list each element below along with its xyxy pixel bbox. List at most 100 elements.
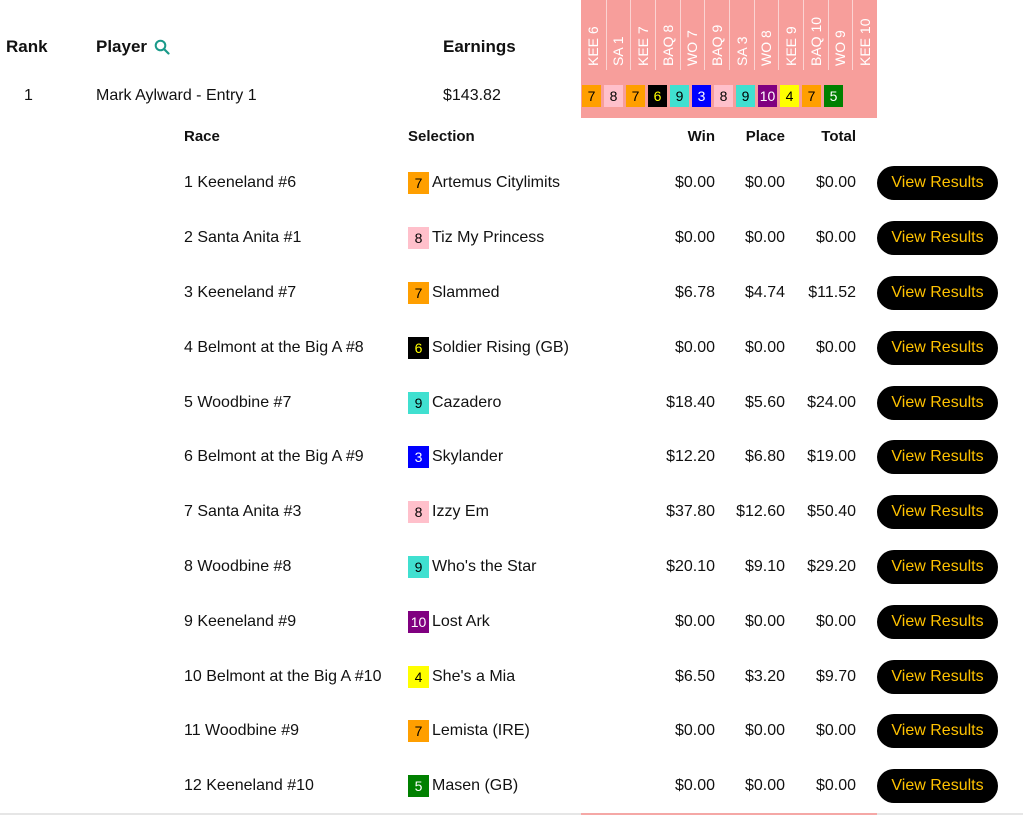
pick-number-badge: 8 [604,85,623,107]
total-amount: $0.00 [815,612,856,630]
pick-number-badge: 9 [736,85,755,107]
race-column-header: KEE 10 [852,0,877,70]
race-detail-row: 3 Keeneland #7 7 Slammed $6.78 $4.74 $11.52 Vi… [0,266,1023,321]
race-column-header: KEE 9 [778,0,803,70]
race-column-label: WO 7 [684,30,701,66]
win-amount: $20.10 [666,557,715,575]
view-results-button[interactable]: View Results [877,385,998,420]
place-amount: $9.10 [744,557,785,575]
horse-name: Tiz My Princess [432,229,545,247]
race-detail-row: 12 Keeneland #10 5 Masen (GB) $0.00 $0.00 $0.… [0,759,1023,814]
horse-number-badge: 9 [408,555,429,578]
entry-player-name[interactable]: Mark Aylward - Entry 1 [96,87,257,105]
horse-name: Artemus Citylimits [432,174,561,192]
total-amount: $29.20 [807,557,856,575]
race-column-header: BAQ 10 [802,0,828,70]
view-results-button[interactable]: View Results [877,495,998,530]
place-amount: $0.00 [744,174,785,192]
win-amount: $12.20 [666,448,715,466]
view-results-button[interactable]: View Results [877,440,998,475]
race-detail-row: 11 Woodbine #9 7 Lemista (IRE) $0.00 $0.00 $0… [0,704,1023,759]
race-column-label: BAQ 8 [659,24,676,66]
horse-name: Lemista (IRE) [432,722,530,740]
selection: 7 Slammed [408,266,500,321]
horse-number-badge: 5 [408,775,429,798]
search-icon[interactable] [154,39,170,55]
pick-number-badge: 3 [692,85,711,107]
win-amount: $0.00 [674,722,715,740]
race-column-headers: KEE 6 SA 1 KEE 7 BAQ 8 WO 7 BAQ 9 SA 3 WO 8 KEE … [581,0,877,70]
horse-number-badge: 10 [408,610,429,633]
race-column-header: BAQ 8 [654,0,680,70]
view-results-button[interactable]: View Results [877,714,998,749]
player-column-header: Player [96,37,170,57]
place-amount: $0.00 [744,722,785,740]
race-column-header: SA 3 [728,0,754,70]
total-amount: $19.00 [807,448,856,466]
pick-number-badge: 7 [626,85,645,107]
view-results-button[interactable]: View Results [877,221,998,256]
player-header-label: Player [96,37,148,56]
race-name: 5 Woodbine #7 [184,393,292,411]
race-column-header: WO 9 [827,0,853,70]
race-detail-row: 9 Keeneland #9 10 Lost Ark $0.00 $0.00 $0.00 V… [0,594,1023,649]
horse-name: Izzy Em [432,503,489,521]
win-detail-header: Win [687,128,715,145]
view-results-button[interactable]: View Results [877,330,998,365]
selection: 4 She's a Mia [408,649,515,704]
place-amount: $0.00 [744,777,785,795]
place-amount: $12.60 [736,503,785,521]
race-name: 10 Belmont at the Big A #10 [184,667,382,685]
total-detail-header: Total [821,128,856,145]
race-name: 1 Keeneland #6 [184,174,297,192]
race-column-label: KEE 7 [635,26,652,66]
horse-number-badge: 8 [408,501,429,524]
selection: 9 Who's the Star [408,540,536,595]
selection: 8 Tiz My Princess [408,211,544,266]
view-results-button[interactable]: View Results [877,769,998,804]
horse-number-badge: 4 [408,665,429,688]
entry-earnings: $143.82 [443,87,501,104]
view-results-button[interactable]: View Results [877,604,998,639]
race-column-label: KEE 9 [783,26,800,66]
pick-number-badge: 4 [780,85,799,107]
view-results-button[interactable]: View Results [877,275,998,310]
total-amount: $0.00 [815,174,856,192]
total-amount: $0.00 [815,338,856,356]
place-amount: $4.74 [744,283,785,301]
selection: 5 Masen (GB) [408,759,518,814]
view-results-button[interactable]: View Results [877,659,998,694]
race-column-header: KEE 7 [630,0,655,70]
view-results-button[interactable]: View Results [877,166,998,201]
total-amount: $0.00 [815,229,856,247]
race-detail-header: Race [184,128,220,145]
place-amount: $0.00 [744,338,785,356]
win-amount: $0.00 [674,338,715,356]
win-amount: $18.40 [666,393,715,411]
race-name: 3 Keeneland #7 [184,283,297,301]
horse-name: Cazadero [432,393,502,411]
view-results-button[interactable]: View Results [877,549,998,584]
horse-number-badge: 3 [408,446,429,469]
horse-name: Lost Ark [432,612,490,630]
race-name: 9 Keeneland #9 [184,612,297,630]
total-amount: $0.00 [815,722,856,740]
race-name: 8 Woodbine #8 [184,557,292,575]
horse-number-badge: 7 [408,281,429,304]
total-amount: $0.00 [815,777,856,795]
horse-number-badge: 7 [408,172,429,195]
win-amount: $0.00 [674,229,715,247]
total-amount: $9.70 [815,667,856,685]
race-column-label: WO 8 [758,30,775,66]
selection: 9 Cazadero [408,375,501,430]
entry-rank: 1 [24,87,33,104]
selection: 8 Izzy Em [408,485,489,540]
place-detail-header: Place [745,128,785,145]
pick-number-badge: 7 [802,85,821,107]
horse-name: Soldier Rising (GB) [432,338,569,356]
race-column-label: BAQ 10 [807,16,824,66]
pick-number-badge: 6 [648,85,667,107]
horse-name: Slammed [432,283,500,301]
race-detail-row: 8 Woodbine #8 9 Who's the Star $20.10 $9.10 $… [0,540,1023,595]
race-detail-row: 2 Santa Anita #1 8 Tiz My Princess $0.00 $0.… [0,211,1023,266]
